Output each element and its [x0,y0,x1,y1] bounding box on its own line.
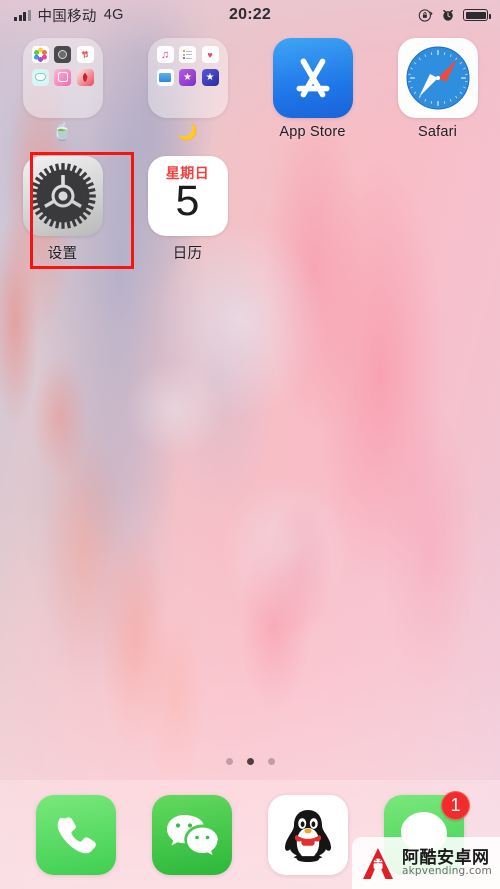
folder-1-preview: 节 [22,38,103,118]
page-dot-2-active[interactable] [246,758,254,765]
itunes-store-icon: ★ [201,68,219,86]
health-icon: ♥ [201,46,219,63]
folder-2-label: 🌙 [176,122,199,141]
imovie-icon: ★ [179,68,196,86]
reminders-icon [179,46,196,63]
safari-label: Safari [417,124,458,140]
watermark-site-url: akpvending.com [402,865,492,878]
status-bar: 中国移动 4G 20:22 [0,0,500,30]
files-icon [156,68,174,86]
folder-1[interactable]: 节 🍵 [0,38,125,140]
settings-gear-icon [22,156,103,236]
photos-icon [31,46,49,63]
folder-2-preview: ♫ ♥ ★ ★ [147,38,228,118]
watermark-text: 阿酷安卓网 akpvending.com [402,847,492,878]
calendar-label: 日历 [172,246,203,262]
wechat-bubbles-icon [152,794,232,875]
camera-icon [54,46,71,63]
rotation-lock-icon [418,8,433,22]
app-store-icon [272,38,353,118]
red-app-icon [76,68,94,86]
app-store[interactable]: App Store [250,38,375,140]
festival-app-icon: 节 [76,46,94,63]
safari[interactable]: Safari [375,38,500,140]
battery-full-icon [463,9,491,21]
dock-item-wechat[interactable] [152,794,232,875]
qq-penguin-icon [268,794,348,875]
app-icon-grid: 节 🍵 ♫ ♥ ★ ★ 🌙 App Store Safari 设置 星期日 5 … [0,38,500,263]
music-icon: ♫ [156,46,174,63]
site-watermark: 阿酷安卓网 akpvending.com [352,837,500,889]
page-dot-1[interactable] [225,758,233,765]
calendar-day-number: 5 [175,177,200,225]
safari-compass-icon [397,38,478,118]
page-indicator-dots[interactable] [0,758,500,765]
phone-handset-icon [36,794,116,875]
app-store-label: App Store [279,124,346,140]
android-a-logo-icon [360,845,396,881]
calendar-icon: 星期日 5 [147,156,228,236]
instagram-icon [54,68,71,86]
settings-label: 设置 [47,246,78,262]
settings[interactable]: 设置 [0,156,125,263]
calendar[interactable]: 星期日 5 日历 [125,156,250,263]
page-dot-3[interactable] [267,758,275,765]
dock-item-phone[interactable] [36,794,116,875]
teal-app-icon [31,68,49,86]
messages-badge: 1 [441,790,470,820]
status-bar-right [418,8,500,23]
watermark-site-name: 阿酷安卓网 [402,847,490,867]
dock-item-qq[interactable] [268,794,348,875]
folder-1-label: 🍵 [51,122,74,141]
folder-2[interactable]: ♫ ♥ ★ ★ 🌙 [125,38,250,140]
alarm-clock-icon [443,9,453,21]
